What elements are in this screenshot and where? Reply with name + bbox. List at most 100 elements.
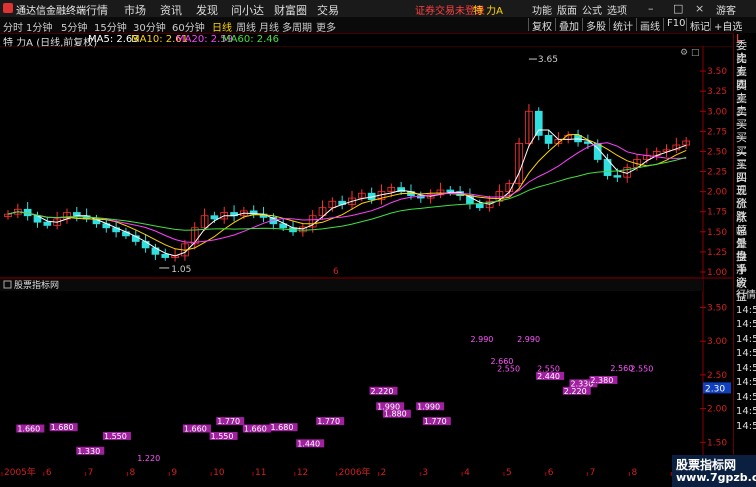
menu-item-news[interactable]: 资讯 (160, 2, 182, 18)
period-tab-30min[interactable]: 30分钟 (133, 19, 166, 34)
sub-tick-label: 3.00 (707, 337, 727, 347)
chart-expand-icon: □ (691, 48, 700, 58)
date-label: 10 (213, 468, 225, 476)
trade-time: 14:50 (736, 319, 756, 330)
app-logo-icon (3, 3, 13, 13)
menu-item-hangqing[interactable]: 行情 (86, 2, 108, 18)
sub-tick-label: 2.50 (707, 371, 727, 381)
period-tab-monthly[interactable]: 月线 (259, 19, 279, 34)
signal-label: 1.990 (417, 402, 440, 411)
subpanel-title: 股票指标网 (14, 279, 59, 291)
period-tab-1min[interactable]: 1分钟 (26, 19, 52, 34)
menu-item-caifuquan[interactable]: 财富圈 (274, 2, 307, 18)
date-label: 5 (506, 468, 512, 476)
signal-label: 1.770 (317, 417, 340, 426)
price-tick-label: 1.50 (707, 228, 727, 238)
signal-label: 1.660 (244, 425, 267, 434)
low-annotation: 1.05 (171, 265, 191, 275)
trade-time: 14:50 (736, 391, 756, 403)
period-tab-fenshi[interactable]: 分时 (3, 19, 23, 34)
watermark: 股票指标网 www.7gpzb.com (672, 455, 756, 487)
candle-body (210, 215, 219, 220)
price-tick-label: 2.00 (707, 188, 727, 198)
signal-label: 1.550 (211, 432, 234, 441)
signal-label: 1.330 (77, 447, 100, 456)
chart-canvas[interactable]: 股票指标网 3.50 3.25 3.00 2.75 2.50 2.25 2.00 1.75 1.5… (0, 46, 733, 476)
trade-time: 14:50 (736, 304, 756, 316)
period-tab-more[interactable]: 更多 (316, 19, 336, 34)
mark-button[interactable]: 标记 (686, 18, 710, 33)
date-label: 7 (88, 468, 94, 476)
signal-label: 1.880 (384, 410, 407, 419)
signal-label: 1.770 (217, 417, 240, 426)
signal-label: 1.440 (297, 439, 320, 448)
title-bar: 通达信金融终端 行情 市场 资讯 发现 问小达 财富圈 交易 证券交易未登录 特… (0, 0, 756, 18)
signal-label: 1.680 (51, 423, 74, 432)
price-tick-label: 3.00 (707, 107, 727, 117)
price-tick-label: 3.25 (707, 87, 727, 97)
candle-body (446, 189, 455, 193)
price-tick-label: 2.25 (707, 168, 727, 178)
menu-layout[interactable]: 版面 (557, 2, 577, 17)
f10-button[interactable]: F10 (663, 18, 685, 31)
signal-label: 1.680 (271, 423, 294, 432)
signal-label: 2.440 (537, 372, 560, 381)
price-tick-label: 1.25 (707, 248, 727, 258)
candle-body (534, 110, 543, 136)
period-tab-15min[interactable]: 15分钟 (94, 19, 127, 34)
overlay-button[interactable]: 叠加 (555, 18, 579, 33)
price-tick-label: 2.50 (707, 147, 727, 157)
menu-formula[interactable]: 公式 (582, 2, 602, 17)
trade-time: 14:50 (736, 406, 756, 417)
draw-line-button[interactable]: 画线 (636, 18, 660, 33)
restore-right-button[interactable]: 复权 (528, 18, 552, 33)
signal-label: 1.660 (17, 425, 40, 434)
multi-stock-button[interactable]: 多股 (582, 18, 606, 33)
user-label[interactable]: 游客 (716, 2, 736, 17)
minimize-button[interactable]: – (648, 2, 654, 15)
signal-label: 1.220 (137, 454, 160, 463)
ma10-line (7, 133, 687, 251)
menu-function[interactable]: 功能 (532, 2, 552, 17)
candle-body (613, 175, 622, 178)
trade-time: 14:50 (736, 348, 756, 359)
signal-label: 2.990 (470, 335, 493, 344)
trade-time: 14:50 (736, 377, 756, 388)
signal-label: 2.550 (630, 365, 653, 374)
menu-item-discover[interactable]: 发现 (196, 2, 218, 18)
period-tab-60min[interactable]: 60分钟 (172, 19, 205, 34)
price-tick-label: 3.50 (707, 67, 727, 77)
app-title: 通达信金融终端 (16, 6, 86, 17)
price-tick-label: 1.75 (707, 208, 727, 218)
period-tab-weekly[interactable]: 周线 (236, 19, 256, 34)
close-button[interactable]: × (695, 2, 704, 15)
add-watchlist-button[interactable]: +自选 (710, 18, 742, 33)
signal-label: 1.660 (184, 425, 207, 434)
quote-side-panel: L 委比 卖五 卖四 卖三 卖二 卖一 买一 买二 买三 买四 买五 现价 涨跌 涨幅 总量 外盘 换手 净资 收益 … (733, 32, 756, 487)
menu-options[interactable]: 选项 (607, 2, 627, 17)
current-value-label: 2.30 (705, 384, 725, 394)
signal-label: 1.550 (104, 432, 127, 441)
date-label: 2006年 (339, 466, 371, 476)
candle-body (475, 203, 484, 209)
menu-item-wenxiaoda[interactable]: 问小达 (231, 2, 264, 18)
period-toolbar: 分时 1分钟 5分钟 15分钟 30分钟 60分钟 日线 周线 月线 多周期 更… (0, 17, 756, 34)
period-tab-daily[interactable]: 日线 (212, 19, 232, 34)
trade-time: 14:50 (736, 333, 756, 345)
date-label: 6 (46, 468, 52, 476)
menu-item-market[interactable]: 市场 (124, 2, 146, 18)
period-tab-multi[interactable]: 多周期 (282, 19, 312, 34)
signal-label: 2.990 (517, 335, 540, 344)
period-tab-5min[interactable]: 5分钟 (61, 19, 87, 34)
ma60-line (7, 156, 687, 231)
signal-label: 2.550 (497, 365, 520, 374)
maximize-button[interactable]: □ (673, 2, 683, 15)
date-label: 9 (171, 468, 177, 476)
ma60-legend: MA60: 2.46 (222, 34, 280, 45)
date-label: 7 (590, 468, 596, 476)
date-label: 8 (631, 468, 637, 476)
stats-button[interactable]: 统计 (609, 18, 633, 33)
signal-label: 2.220 (371, 387, 394, 396)
signal-label: 2.380 (590, 376, 613, 385)
menu-item-trade[interactable]: 交易 (317, 2, 339, 18)
